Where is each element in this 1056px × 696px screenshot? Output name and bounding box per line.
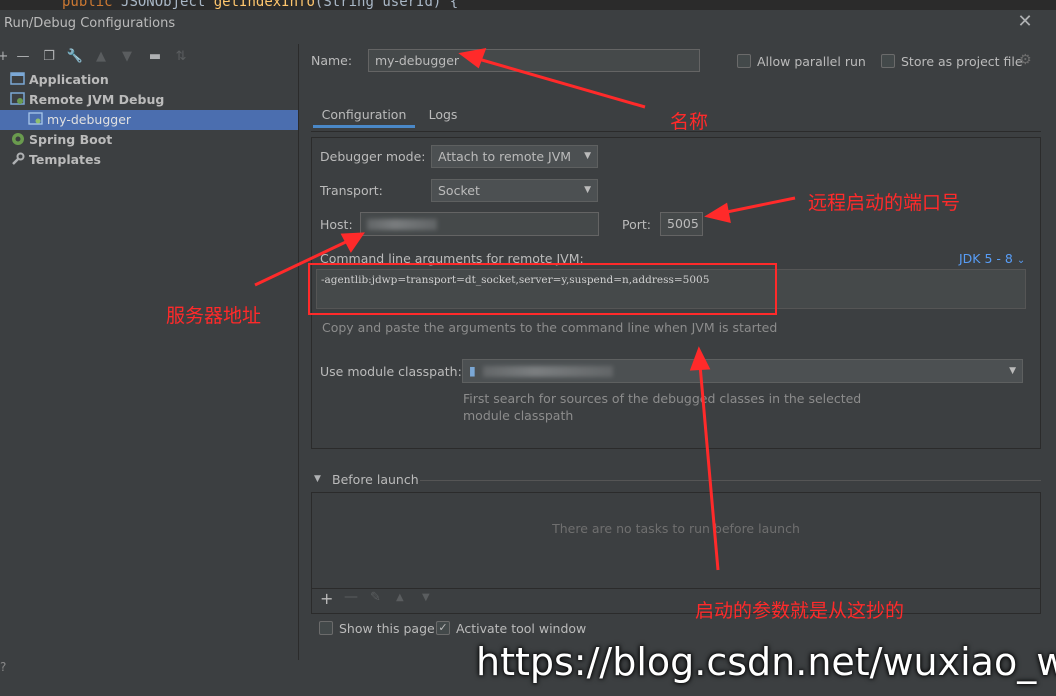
annotation-arrows — [254, 48, 796, 571]
annotation-port: 远程启动的端口号 — [808, 192, 961, 214]
annotation-params: 启动的参数就是从这抄的 — [695, 600, 905, 622]
watermark: https://blog.csdn.net/wuxiao_wei — [476, 640, 1056, 684]
annotation-host: 服务器地址 — [166, 305, 262, 327]
annotation-name: 名称 — [670, 111, 709, 133]
